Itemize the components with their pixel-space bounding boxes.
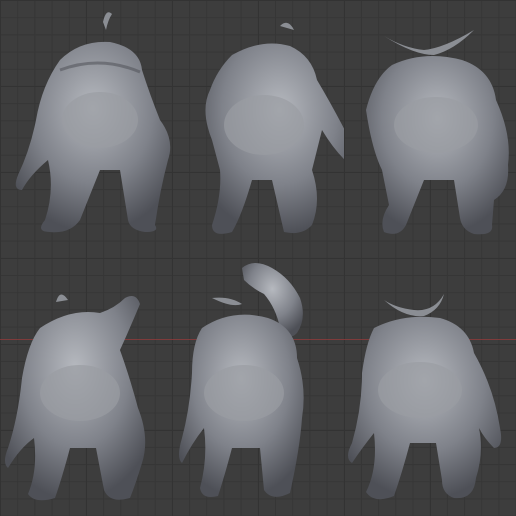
creature-model-pose-2[interactable] [172, 0, 344, 258]
creature-figure [366, 30, 509, 235]
creature-figure [348, 294, 502, 500]
creature-figure [5, 294, 146, 501]
creature-figure [15, 12, 171, 233]
creature-model-pose-5[interactable] [172, 258, 344, 516]
3d-viewport[interactable] [0, 0, 516, 516]
creature-model-pose-1[interactable] [0, 0, 172, 258]
creature-figure [179, 263, 304, 497]
creature-figure [205, 22, 344, 234]
creature-model-pose-4[interactable] [0, 258, 172, 516]
creature-model-pose-6[interactable] [344, 258, 516, 516]
creature-model-pose-3[interactable] [344, 0, 516, 258]
